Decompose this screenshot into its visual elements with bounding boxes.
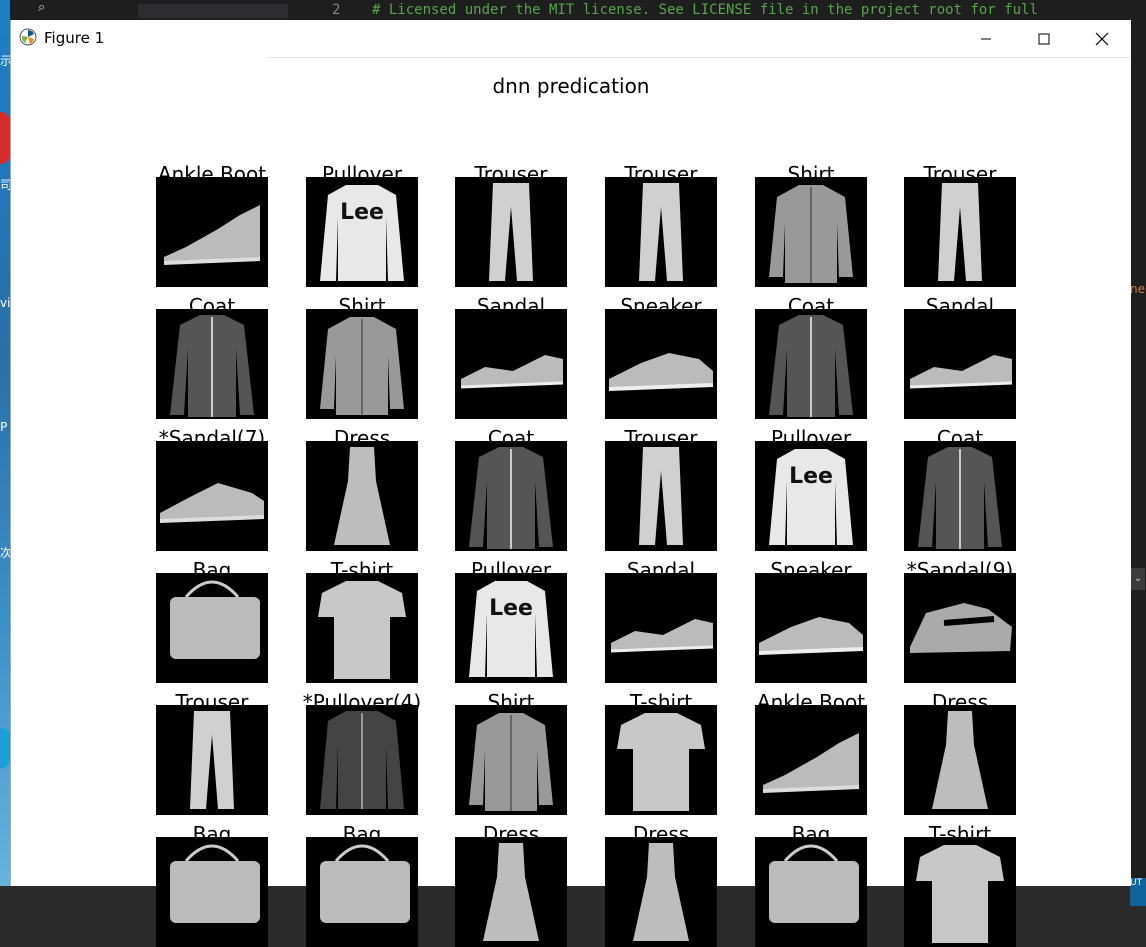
clothing-image: [605, 837, 717, 947]
maximize-icon: [1038, 33, 1050, 44]
code-line: 2 # Licensed under the MIT license. See L…: [332, 0, 1038, 20]
clothing-image: [904, 705, 1016, 815]
status-badge: UT: [1130, 878, 1146, 906]
clothing-image: [306, 441, 418, 551]
editor-tab[interactable]: [138, 4, 288, 18]
subplot-label: T-shirt: [928, 822, 992, 846]
maximize-button[interactable]: [1021, 20, 1067, 57]
clothing-image: [455, 309, 567, 419]
svg-text:Lee: Lee: [489, 596, 533, 621]
close-icon: [1095, 32, 1109, 45]
clothing-image: [755, 837, 867, 947]
clothing-image: [156, 441, 268, 551]
clothing-image: [904, 837, 1016, 947]
search-icon[interactable]: ⌕: [38, 0, 68, 18]
clothing-image: Lee: [455, 573, 567, 683]
minimize-button[interactable]: [963, 20, 1009, 57]
chevron-down-icon[interactable]: ⌄: [1131, 568, 1145, 590]
window-title: Figure 1: [44, 29, 105, 47]
desktop-app-icon[interactable]: [0, 728, 10, 768]
editor-side: ne ⌄ UT: [1130, 20, 1146, 906]
clothing-image: Lee: [755, 441, 867, 551]
close-button[interactable]: [1079, 20, 1125, 57]
minimize-icon: [981, 38, 991, 39]
clothing-image: [156, 573, 268, 683]
divider: [267, 57, 1131, 58]
clothing-image: [755, 705, 867, 815]
clothing-image: [605, 177, 717, 287]
figure-title: dnn predication: [492, 74, 650, 98]
clothing-image: [904, 309, 1016, 419]
window-titlebar[interactable]: Figure 1: [11, 20, 1131, 57]
clothing-image: [306, 573, 418, 683]
clothing-image: [306, 705, 418, 815]
clothing-image: [904, 573, 1016, 683]
svg-text:Lee: Lee: [789, 464, 833, 489]
clothing-image: [455, 837, 567, 947]
clothing-image: Lee: [306, 177, 418, 287]
clothing-image: [755, 573, 867, 683]
clothing-image: [156, 309, 268, 419]
line-number: 2: [332, 2, 341, 18]
desktop-app-icon[interactable]: [0, 112, 10, 164]
code-comment: # Licensed under the MIT license. See LI…: [372, 2, 1038, 18]
clothing-image: [605, 573, 717, 683]
clothing-image: [455, 705, 567, 815]
figure-window: Figure 1 dnn predication Ankle Boot Lee Pu…: [10, 20, 1131, 947]
code-editor-background: ⌕ 2 # Licensed under the MIT license. See…: [10, 0, 1146, 20]
clothing-image: [904, 177, 1016, 287]
clothing-image: [156, 177, 268, 287]
clothing-image: [605, 441, 717, 551]
clothing-image: [904, 441, 1016, 551]
clothing-image: [156, 837, 268, 947]
subplot-label: Coat: [936, 426, 984, 450]
clothing-image: [306, 309, 418, 419]
clothing-image: [605, 705, 717, 815]
clothing-image: [306, 837, 418, 947]
subplot-label: Sandal: [925, 294, 995, 318]
clothing-image: [755, 177, 867, 287]
clothing-image: [755, 309, 867, 419]
matplotlib-icon: [19, 28, 37, 46]
subplot-label: *Sandal(9): [906, 558, 1014, 582]
clothing-image: [156, 705, 268, 815]
svg-text:Lee: Lee: [340, 200, 384, 225]
clothing-image: [605, 309, 717, 419]
clothing-image: [455, 177, 567, 287]
clothing-image: [455, 441, 567, 551]
editor-marker: ne: [1130, 282, 1145, 296]
subplot-label: Trouser: [923, 162, 997, 186]
subplot-label: Dress: [931, 690, 989, 714]
